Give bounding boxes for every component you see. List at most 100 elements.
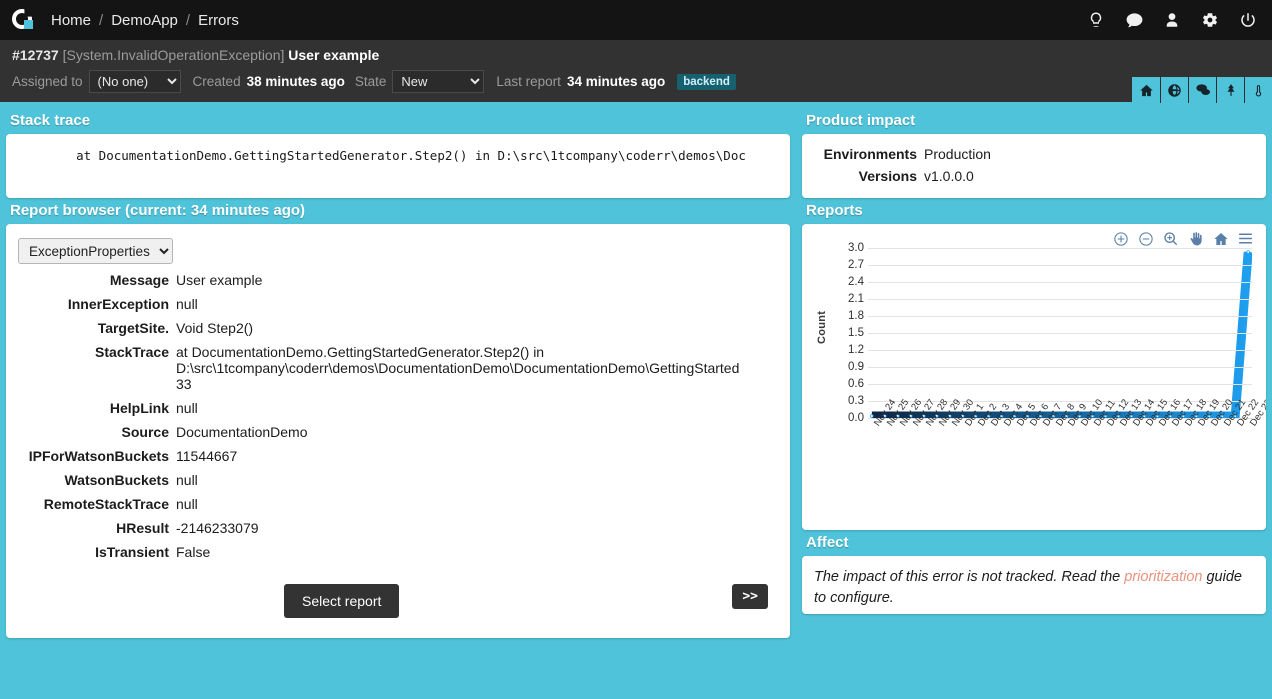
globe-icon[interactable] [1160,77,1188,103]
exception-properties-table: Message User example InnerException null Tar… [6,270,790,566]
property-key: Message [109,272,169,288]
chart-y-tick: 1.5 [848,327,864,339]
menu-icon[interactable] [1237,230,1254,247]
reset-home-icon[interactable] [1212,230,1229,247]
table-row: InnerException null [6,294,790,318]
property-value: at DocumentationDemo.GettingStartedGener… [176,344,740,392]
table-row: Message User example [6,270,790,294]
table-row: IPForWatsonBuckets 11544667 [6,446,790,470]
breadcrumb-item-demoapp[interactable]: DemoApp [108,12,181,29]
exception-properties-select[interactable]: ExceptionProperties [18,238,173,264]
last-report-value: 34 minutes ago [566,74,666,89]
stack-trace-title: Stack trace [10,112,91,129]
property-key: HelpLink [109,400,169,416]
chart-gridline [868,333,1252,334]
state-label: State [354,74,387,89]
tree-icon[interactable] [1216,77,1244,103]
incident-message: User example [288,47,380,63]
chart-y-axis-ticks: 0.0 0.3 0.6 0.9 1.2 1.5 1.8 2.1 2.4 2.7 3.0 [830,242,864,424]
chart-y-tick: 1.2 [848,344,864,356]
exception-properties-body: Message User example InnerException null Tar… [6,270,790,566]
right-column: Product impact Environments Production V… [802,108,1266,638]
property-value: User example [176,272,263,288]
chart-y-tick: 0.0 [848,412,864,424]
chart-y-tick: 0.3 [848,395,864,407]
zoom-in-icon[interactable] [1112,230,1129,247]
table-row: StackTrace at DocumentationDemo.GettingSt… [6,342,790,398]
stack-trace-panel: at DocumentationDemo.GettingStartedGener… [6,134,790,198]
prioritization-link[interactable]: prioritization [1124,569,1202,585]
next-report-button[interactable]: >> [732,584,768,609]
property-value: null [176,496,198,512]
chart-gridline [868,265,1252,266]
environments-value: Production [924,146,991,162]
versions-value: v1.0.0.0 [924,168,974,184]
table-row: HelpLink null [6,398,790,422]
environments-label: Environments [823,146,917,162]
property-key: InnerException [67,296,169,312]
chat-bubbles-icon[interactable] [1188,77,1216,103]
assigned-to-select[interactable]: (No one) [88,70,181,93]
property-key: WatsonBuckets [64,472,169,488]
chart-gridline [868,384,1252,385]
power-icon[interactable] [1238,10,1258,30]
select-report-button[interactable]: Select report [284,584,400,618]
property-key: RemoteStackTrace [43,496,169,512]
property-value: False [176,544,211,560]
breadcrumb-item-errors[interactable]: Errors [195,12,242,29]
left-column: Stack trace at DocumentationDemo.Getting… [6,108,790,638]
table-row: HResult -2146233079 [6,518,790,542]
breadcrumb-separator: / [99,11,104,29]
chart-y-axis-label: Count [816,310,828,344]
chart-y-tick: 2.7 [848,259,864,271]
table-row: IsTransient False [6,542,790,566]
chart-x-axis-ticks: Nov 24 Nov 25 Nov 26 Nov 27 Nov 28 Nov 29 Nov … [868,397,1266,480]
pan-hand-icon[interactable] [1187,230,1204,247]
thermometer-icon[interactable] [1244,77,1272,103]
created-value: 38 minutes ago [246,74,345,89]
gear-icon[interactable] [1200,10,1220,30]
property-key: HResult [116,520,169,536]
table-row: Source DocumentationDemo [6,422,790,446]
property-key: Source [121,424,169,440]
versions-label: Versions [858,168,917,184]
breadcrumb-item-home[interactable]: Home [48,12,94,29]
main-content: Stack trace at DocumentationDemo.Getting… [0,102,1272,638]
reports-chart[interactable]: Count 0.0 0.3 0.6 0.9 1.2 1.5 1.8 2.1 2.4 2.7 3.0 … [810,242,1266,524]
reports-title: Reports [806,202,863,219]
affect-title: Affect [806,534,849,551]
chart-gridline [868,248,1252,249]
chart-data-point[interactable] [1246,250,1250,254]
breadcrumb: Home / DemoApp / Errors [48,12,242,29]
table-row: TargetSite. Void Step2() [6,318,790,342]
stack-trace-line: at DocumentationDemo.GettingStartedGener… [46,148,746,163]
zoom-out-icon[interactable] [1137,230,1154,247]
chat-bubble-icon[interactable] [1124,10,1144,30]
incident-exception-type: [System.InvalidOperationException] [62,47,285,63]
affect-text-before: The impact of this error is not tracked.… [814,569,1125,585]
navbar-icon-group [1086,10,1258,30]
affect-panel: The impact of this error is not tracked.… [802,556,1266,614]
property-value: 11544667 [176,448,238,464]
incident-id: #12737 [12,47,59,63]
app-logo [10,7,36,33]
chart-y-tick: 0.9 [848,361,864,373]
property-key: StackTrace [95,344,169,360]
state-select[interactable]: New [392,70,485,93]
lightbulb-icon[interactable] [1086,10,1106,30]
property-key: IsTransient [95,544,169,560]
chart-y-tick: 1.8 [848,310,864,322]
property-value: null [176,472,198,488]
product-impact-row: Versions v1.0.0.0 [812,168,1256,184]
created-label: Created [192,74,241,89]
chart-data-point[interactable] [870,414,874,418]
chart-plot-area [868,248,1252,418]
user-icon[interactable] [1162,10,1182,30]
zoom-selection-icon[interactable] [1162,230,1179,247]
property-value: null [176,296,198,312]
home-icon[interactable] [1132,77,1160,103]
chart-gridline [868,282,1252,283]
report-browser-actions: Select report >> [6,584,790,620]
property-key: TargetSite. [97,320,169,336]
property-value: -2146233079 [176,520,259,536]
